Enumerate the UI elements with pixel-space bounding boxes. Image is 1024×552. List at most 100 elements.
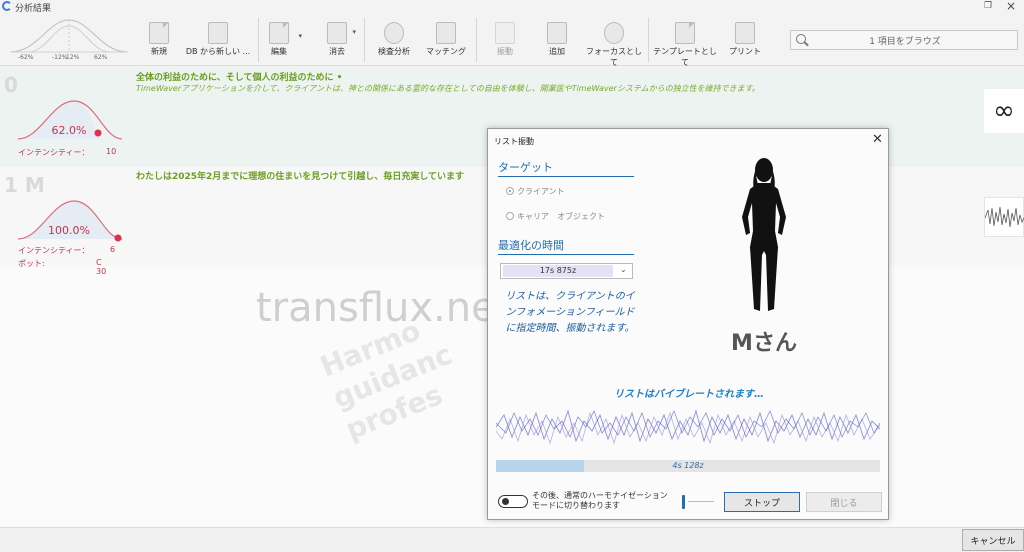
as-template-label: テンプレートとして bbox=[653, 47, 717, 67]
result-title: わたしは2025年2月までに理想の住まいを見つけて引越し、毎日充実しています bbox=[136, 172, 465, 182]
intensity-info: インテンシティー： 6 bbox=[18, 245, 115, 256]
toggle-knob bbox=[502, 498, 509, 505]
test-analysis-button[interactable]: 検査分析 bbox=[372, 16, 416, 64]
bell-label: -62% bbox=[18, 54, 34, 61]
intensity-label: インテンシティー： bbox=[18, 148, 90, 157]
analysis-icon bbox=[384, 22, 404, 44]
pot-info: ポット: C 30 bbox=[18, 258, 106, 276]
test-analysis-label: 検査分析 bbox=[378, 47, 410, 56]
as-focus-button[interactable]: フォーカスとして bbox=[584, 16, 644, 67]
harmonization-toggle[interactable] bbox=[498, 495, 528, 508]
matching-button[interactable]: マッチング bbox=[424, 16, 468, 64]
as-template-button[interactable]: テンプレートとして bbox=[652, 16, 718, 67]
intensity-label: インテンシティー： bbox=[18, 246, 90, 255]
focus-icon bbox=[604, 22, 624, 44]
vibrate-label: 振動 bbox=[497, 47, 513, 56]
new-button-label: 新規 bbox=[151, 47, 167, 56]
pot-label: ポット: bbox=[18, 259, 45, 268]
gauge-percent: 62.0% bbox=[51, 124, 87, 137]
radio-unselected-icon bbox=[506, 212, 514, 220]
client-name: Mさん bbox=[731, 331, 797, 356]
delete-label: 消去 bbox=[329, 47, 345, 56]
slider-handle[interactable] bbox=[682, 495, 685, 509]
edit-label: 編集 bbox=[271, 47, 287, 56]
time-value: 17s 875z bbox=[503, 265, 613, 277]
dialog-title: リスト振動 bbox=[494, 137, 534, 146]
intensity-value: 10 bbox=[106, 147, 117, 156]
printer-icon bbox=[735, 22, 755, 44]
bottom-bar: キャンセル bbox=[0, 527, 1024, 552]
database-icon bbox=[208, 22, 228, 44]
gauge-percent: 100.0% bbox=[48, 224, 90, 237]
search-placeholder: 1 項目をブラウズ bbox=[869, 37, 941, 47]
intensity-info: インテンシティー： 10 bbox=[18, 147, 116, 158]
toolbar-separator bbox=[648, 18, 649, 62]
title-bar: 分析結果 ❐ × bbox=[0, 0, 1024, 14]
matching-label: マッチング bbox=[426, 47, 466, 56]
pot-value: C 30 bbox=[96, 258, 107, 276]
intensity-gauge: 62.0% bbox=[18, 95, 122, 145]
new-from-db-label: DB から新しい ... bbox=[185, 47, 251, 56]
toolbar-separator bbox=[364, 18, 365, 62]
wave-thumbnail bbox=[984, 197, 1024, 237]
add-icon bbox=[547, 22, 567, 44]
window-title: 分析結果 bbox=[15, 4, 52, 14]
bell-label: 62% bbox=[94, 54, 108, 61]
toolbar-separator bbox=[258, 18, 259, 62]
close-icon[interactable]: ✕ bbox=[872, 132, 883, 147]
vibration-waveform bbox=[496, 409, 880, 445]
optimization-time-header: 最適化の時間 bbox=[498, 237, 634, 255]
toggle-label: その後、通常のハーモナイゼーションモードに切り替わります bbox=[532, 491, 668, 510]
print-label: プリント bbox=[729, 47, 761, 56]
add-button[interactable]: 追加 bbox=[540, 16, 574, 64]
close-button[interactable]: 閉じる bbox=[806, 492, 882, 512]
result-title: 全体の利益のために、そして個人の利益のために • bbox=[136, 73, 343, 83]
add-label: 追加 bbox=[549, 47, 565, 56]
browse-search-box[interactable]: 1 項目をブラウズ bbox=[790, 30, 1018, 50]
list-vibration-dialog: リスト振動 ✕ ターゲット クライアント キャリア オブジェクト 最適化の時間 … bbox=[487, 128, 889, 520]
row-index: 1 M bbox=[4, 173, 45, 197]
close-window-icon[interactable]: × bbox=[1006, 0, 1016, 13]
as-focus-label: フォーカスとして bbox=[586, 47, 642, 67]
delete-button[interactable]: 消去 ▾ bbox=[320, 16, 356, 64]
delete-icon bbox=[327, 22, 347, 44]
new-from-db-button[interactable]: DB から新しい ... bbox=[184, 16, 252, 64]
toolbar: -62% -12% 12% 62% 新規 DB から新しい ... 編集 ▾ 消… bbox=[0, 14, 1024, 67]
row-index: 0 bbox=[4, 73, 18, 97]
toolbar-separator bbox=[476, 18, 477, 62]
chevron-down-icon[interactable]: ▾ bbox=[352, 28, 356, 36]
chevron-down-icon: ⌄ bbox=[620, 265, 627, 274]
edit-button[interactable]: 編集 ▾ bbox=[264, 16, 302, 64]
new-document-icon bbox=[149, 22, 169, 44]
progress-bar: 4s 128z bbox=[496, 460, 880, 472]
edit-icon bbox=[269, 22, 289, 44]
cancel-button[interactable]: キャンセル bbox=[962, 529, 1024, 551]
app-logo-icon bbox=[2, 1, 12, 11]
vibrate-icon bbox=[495, 22, 515, 44]
infinity-icon: ∞ bbox=[984, 89, 1024, 133]
target-header: ターゲット bbox=[498, 159, 634, 177]
radio-selected-icon bbox=[506, 187, 514, 195]
bell-curve-icon bbox=[9, 19, 129, 53]
print-button[interactable]: プリント bbox=[728, 16, 762, 64]
slider-track[interactable] bbox=[688, 501, 714, 502]
matching-icon bbox=[436, 22, 456, 44]
vibrate-button[interactable]: 振動 bbox=[488, 16, 522, 64]
radio-career-label: キャリア オブジェクト bbox=[517, 212, 605, 221]
radio-client-label: クライアント bbox=[517, 187, 565, 196]
progress-time: 4s 128z bbox=[672, 461, 704, 470]
restore-window-icon[interactable]: ❐ bbox=[984, 1, 994, 11]
new-button[interactable]: 新規 bbox=[142, 16, 176, 64]
radio-career-object[interactable]: キャリア オブジェクト bbox=[506, 211, 605, 222]
bell-label: 12% bbox=[66, 54, 80, 61]
template-icon bbox=[675, 22, 695, 44]
stop-button[interactable]: ストップ bbox=[724, 492, 800, 512]
bell-curve-legend: -62% -12% 12% 62% bbox=[8, 16, 130, 66]
radio-client[interactable]: クライアント bbox=[506, 186, 565, 197]
vibration-description: リストは、クライアントのインフォメーションフィールドに指定時間、振動されます。 bbox=[505, 291, 635, 334]
intensity-value: 6 bbox=[110, 245, 116, 254]
chevron-down-icon[interactable]: ▾ bbox=[298, 32, 302, 40]
person-silhouette-icon bbox=[742, 158, 786, 311]
time-dropdown[interactable]: 17s 875z ⌄ bbox=[500, 263, 633, 279]
result-description: TimeWaverアプリケーションを介して、クライアントは、神との関係にある霊的… bbox=[136, 84, 760, 93]
